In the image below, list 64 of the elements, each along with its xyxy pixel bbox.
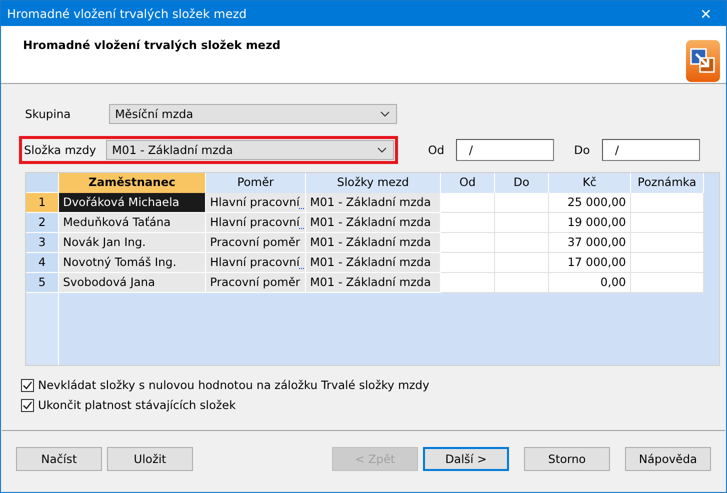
table-cell <box>495 233 549 253</box>
table-cell: Novák Jan Ing. <box>59 233 206 253</box>
checkbox-label: Nevkládat složky s nulovou hodnotou na záložku Trvalé složky mzdy <box>38 378 430 392</box>
table-cell: 0,00 <box>549 273 631 293</box>
table-cell: 37 000,00 <box>549 233 631 253</box>
component-dropdown[interactable]: M01 - Základní mzda <box>106 140 394 160</box>
table-cell <box>441 273 495 293</box>
window-title: Hromadné vložení trvalých složek mezd <box>7 6 247 20</box>
row-number[interactable]: 4 <box>26 253 59 273</box>
checkbox[interactable] <box>21 378 34 392</box>
column-header[interactable]: Do <box>495 173 549 193</box>
chevron-down-icon <box>377 147 387 153</box>
table-cell: Novotný Tomáš Ing. <box>59 253 206 273</box>
row-number[interactable]: 5 <box>26 273 59 293</box>
table-cell: Hlavní pracovní <box>206 193 306 213</box>
table-cell: 17 000,00 <box>549 253 631 273</box>
dialog-button[interactable]: Storno <box>524 446 610 470</box>
group-label: Skupina <box>25 107 72 121</box>
from-label: Od <box>428 143 446 157</box>
table-cell: M01 - Základní mzda <box>306 233 441 253</box>
table-cell: Svobodová Jana <box>59 273 206 293</box>
table-cell <box>441 253 495 273</box>
dialog-button[interactable]: Další > <box>423 446 509 470</box>
column-header[interactable]: Od <box>441 173 495 193</box>
component-label: Složka mzdy <box>24 143 98 157</box>
checkbox[interactable] <box>21 398 34 412</box>
table-cell: Hlavní pracovní <box>206 253 306 273</box>
chevron-down-icon <box>380 111 390 117</box>
from-date-field[interactable]: / <box>456 139 554 161</box>
to-label: Do <box>574 143 591 157</box>
header-title: Hromadné vložení trvalých složek mezd <box>23 38 281 54</box>
close-button[interactable]: ✕ <box>686 1 726 26</box>
dialog-button[interactable]: Uložit <box>107 446 193 470</box>
column-header[interactable]: Poměr <box>206 173 306 193</box>
dialog-button[interactable]: Nápověda <box>625 446 711 470</box>
column-header[interactable]: Zaměstnanec <box>59 173 206 193</box>
table-cell <box>495 193 549 213</box>
checkbox-label: Ukončit platnost stávajících složek <box>38 398 236 412</box>
table-cell <box>495 253 549 273</box>
table-cell: 19 000,00 <box>549 213 631 233</box>
group-dropdown[interactable]: Měsíční mzda <box>109 104 397 124</box>
table-cell: M01 - Základní mzda <box>306 253 441 273</box>
to-date-field[interactable]: / <box>602 139 700 161</box>
table-cell <box>441 233 495 253</box>
table-cell <box>495 273 549 293</box>
table-cell <box>441 213 495 233</box>
table-cell: Hlavní pracovní <box>206 213 306 233</box>
table-cell: M01 - Základní mzda <box>306 273 441 293</box>
column-header[interactable]: Poznámka <box>631 173 704 193</box>
row-number[interactable]: 1 <box>26 193 59 213</box>
table-cell: Meduňková Taťána <box>59 213 206 233</box>
table-cell <box>495 213 549 233</box>
table-cell: M01 - Základní mzda <box>306 213 441 233</box>
column-header[interactable]: Složky mezd <box>306 173 441 193</box>
table-cell: Pracovní poměr <box>206 233 306 253</box>
dialog-button[interactable]: Načíst <box>16 446 102 470</box>
table-cell <box>441 193 495 213</box>
row-number[interactable]: 3 <box>26 233 59 253</box>
table-cell: M01 - Základní mzda <box>306 193 441 213</box>
table-cell: 25 000,00 <box>549 193 631 213</box>
table-cell: Dvořáková Michaela <box>59 193 206 213</box>
column-header[interactable]: Kč <box>549 173 631 193</box>
table-cell: Pracovní poměr <box>206 273 306 293</box>
row-number[interactable]: 2 <box>26 213 59 233</box>
